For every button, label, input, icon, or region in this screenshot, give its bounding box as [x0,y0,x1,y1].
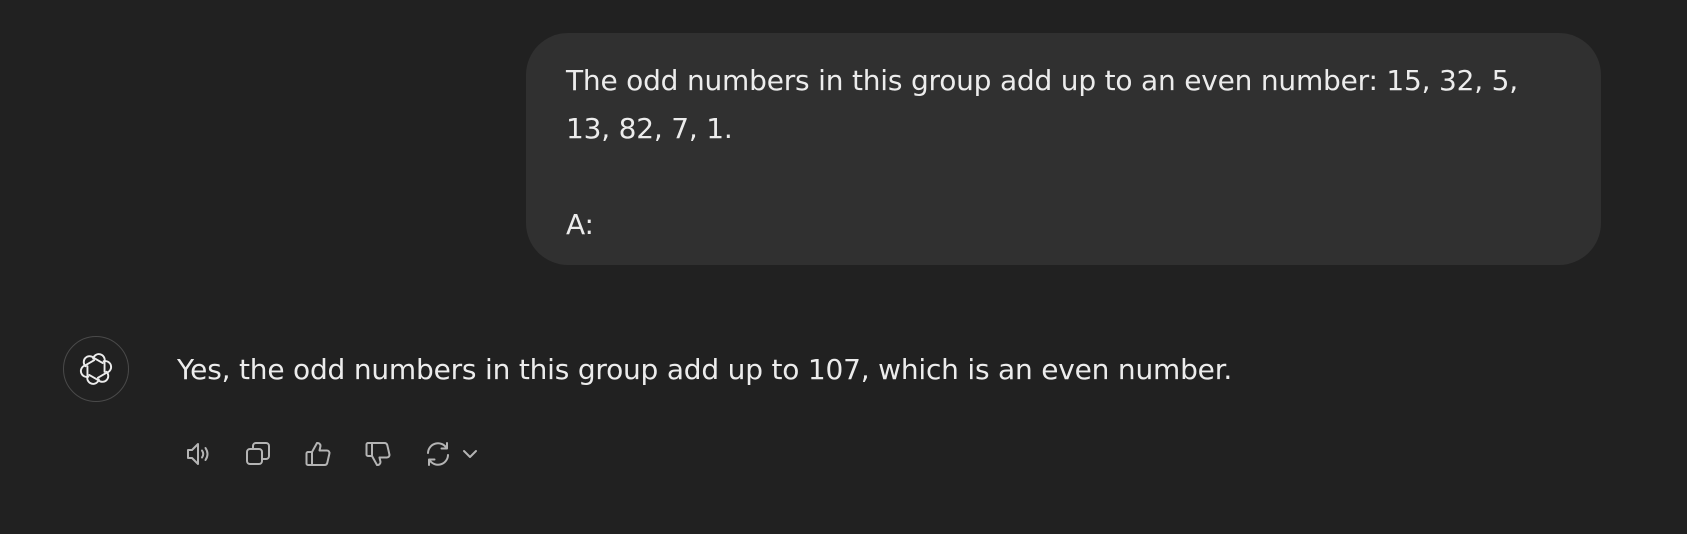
user-message-bubble: The odd numbers in this group add up to … [526,33,1601,265]
read-aloud-button[interactable] [176,432,220,476]
openai-logo-icon [79,353,113,385]
chevron-down-icon [463,450,477,458]
user-message-line: 13, 82, 7, 1. [566,112,733,145]
chat-view: The odd numbers in this group add up to … [0,0,1687,534]
message-actions [176,432,480,476]
good-response-button[interactable] [296,432,340,476]
regenerate-icon [427,442,449,466]
assistant-avatar [63,336,129,402]
thumbs-down-icon [365,441,391,466]
copy-button[interactable] [236,432,280,476]
assistant-message-text: Yes, the odd numbers in this group add u… [177,353,1233,386]
bad-response-button[interactable] [356,432,400,476]
copy-icon [246,442,270,465]
user-message-line: The odd numbers in this group add up to … [566,64,1518,97]
regenerate-button[interactable] [416,432,480,476]
thumbs-up-icon [305,442,331,467]
user-message-line [566,153,1561,201]
speaker-icon [187,443,209,465]
user-message-line: A: [566,208,594,241]
